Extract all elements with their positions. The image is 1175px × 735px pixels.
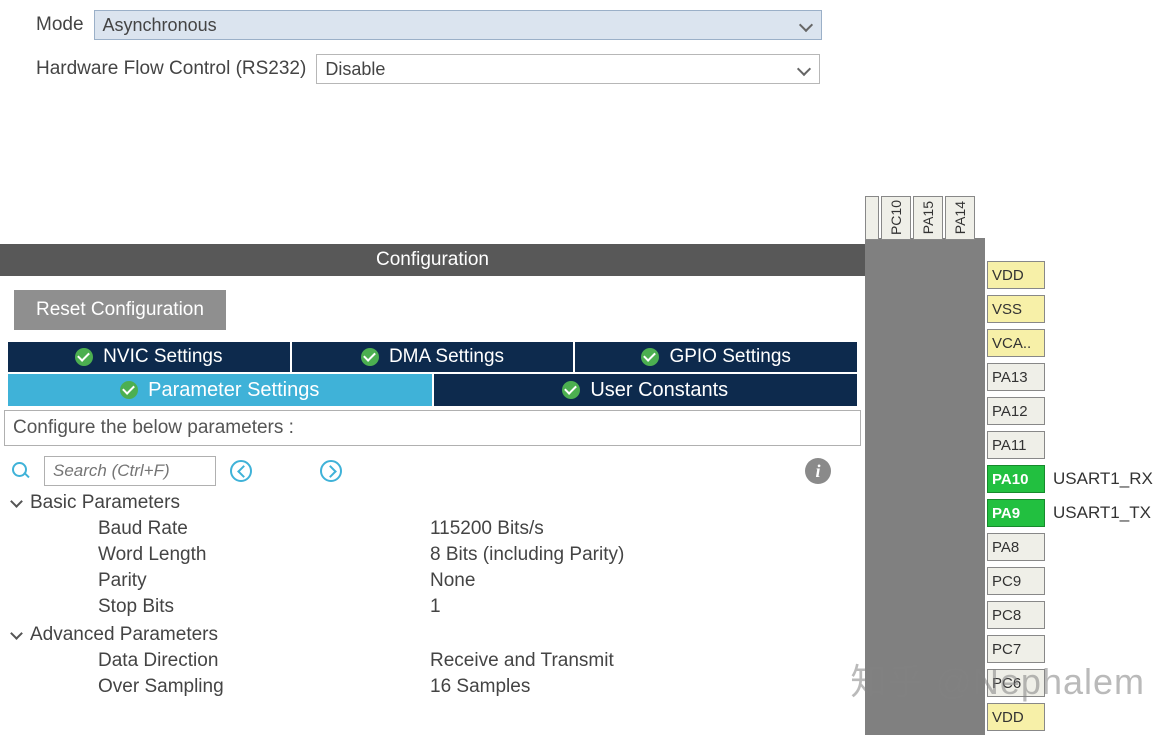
param-value-datadir[interactable]: Receive and Transmit (430, 650, 614, 672)
mode-value: Asynchronous (103, 15, 217, 36)
param-label-wordlen: Word Length (98, 544, 430, 566)
param-value-parity[interactable]: None (430, 570, 475, 592)
param-value-baud[interactable]: 115200 Bits/s (430, 518, 544, 540)
info-icon[interactable]: i (805, 458, 831, 484)
pin-pc6[interactable]: PC6 (987, 669, 1045, 697)
chip-body (865, 238, 985, 735)
tab-user-constants[interactable]: User Constants (434, 374, 858, 406)
chevron-down-icon (10, 629, 22, 641)
chevron-down-icon (797, 62, 811, 76)
pin-label: PA15 (920, 201, 936, 234)
configure-hint: Configure the below parameters : (4, 410, 861, 446)
param-label-datadir: Data Direction (98, 650, 430, 672)
pin-pa13[interactable]: PA13 (987, 363, 1045, 391)
reset-configuration-button[interactable]: Reset Configuration (14, 290, 226, 330)
pin-pa12[interactable]: PA12 (987, 397, 1045, 425)
collapse-prev-button[interactable] (230, 460, 252, 482)
chevron-down-icon (799, 18, 813, 32)
group-label: Basic Parameters (30, 492, 180, 514)
flow-control-label: Hardware Flow Control (RS232) (36, 58, 306, 80)
flow-control-value: Disable (325, 59, 385, 80)
group-basic-parameters[interactable]: Basic Parameters (10, 492, 865, 514)
tab-parameter-settings[interactable]: Parameter Settings (8, 374, 432, 406)
check-icon (562, 381, 580, 399)
pin-function-label: USART1_RX (1053, 469, 1153, 489)
param-value-stopbits[interactable]: 1 (430, 596, 441, 618)
check-icon (75, 348, 93, 366)
pin-vss[interactable]: VSS (987, 295, 1045, 323)
param-value-wordlen[interactable]: 8 Bits (including Parity) (430, 544, 624, 566)
tab-label: NVIC Settings (103, 346, 222, 368)
param-label-stopbits: Stop Bits (98, 596, 430, 618)
pin-pc9[interactable]: PC9 (987, 567, 1045, 595)
pin-pa11[interactable]: PA11 (987, 431, 1045, 459)
pin-vdd[interactable]: VDD (987, 703, 1045, 731)
pin-function-label: USART1_TX (1053, 503, 1151, 523)
pin-pa15[interactable]: PA15 (913, 196, 943, 240)
pin-pc7[interactable]: PC7 (987, 635, 1045, 663)
pin-pa9[interactable]: PA9 (987, 499, 1045, 527)
tab-nvic-settings[interactable]: NVIC Settings (8, 342, 290, 372)
chevron-down-icon (10, 497, 22, 509)
flow-control-select[interactable]: Disable (316, 54, 820, 84)
check-icon (120, 381, 138, 399)
search-input[interactable] (44, 456, 216, 486)
configuration-header: Configuration (0, 244, 865, 276)
group-advanced-parameters[interactable]: Advanced Parameters (10, 624, 865, 646)
pin-pa8[interactable]: PA8 (987, 533, 1045, 561)
pin-top-partial[interactable] (865, 196, 879, 240)
collapse-next-button[interactable] (320, 460, 342, 482)
pin-label: PA14 (952, 201, 968, 234)
pin-vca[interactable]: VCA.. (987, 329, 1045, 357)
check-icon (361, 348, 379, 366)
param-value-oversamp[interactable]: 16 Samples (430, 676, 530, 698)
tab-gpio-settings[interactable]: GPIO Settings (575, 342, 857, 372)
search-icon (12, 462, 30, 480)
param-label-parity: Parity (98, 570, 430, 592)
tab-label: User Constants (590, 379, 728, 402)
pin-pc10[interactable]: PC10 (881, 196, 911, 240)
param-label-oversamp: Over Sampling (98, 676, 430, 698)
pin-pa10[interactable]: PA10 (987, 465, 1045, 493)
tab-dma-settings[interactable]: DMA Settings (292, 342, 574, 372)
tab-label: DMA Settings (389, 346, 504, 368)
pin-vdd[interactable]: VDD (987, 261, 1045, 289)
mode-label: Mode (36, 14, 84, 36)
pin-pa14[interactable]: PA14 (945, 196, 975, 240)
tab-label: Parameter Settings (148, 379, 319, 402)
param-label-baud: Baud Rate (98, 518, 430, 540)
mode-select[interactable]: Asynchronous (94, 10, 822, 40)
group-label: Advanced Parameters (30, 624, 218, 646)
pin-pc8[interactable]: PC8 (987, 601, 1045, 629)
tab-label: GPIO Settings (669, 346, 790, 368)
pin-label: PC10 (888, 200, 904, 235)
check-icon (641, 348, 659, 366)
